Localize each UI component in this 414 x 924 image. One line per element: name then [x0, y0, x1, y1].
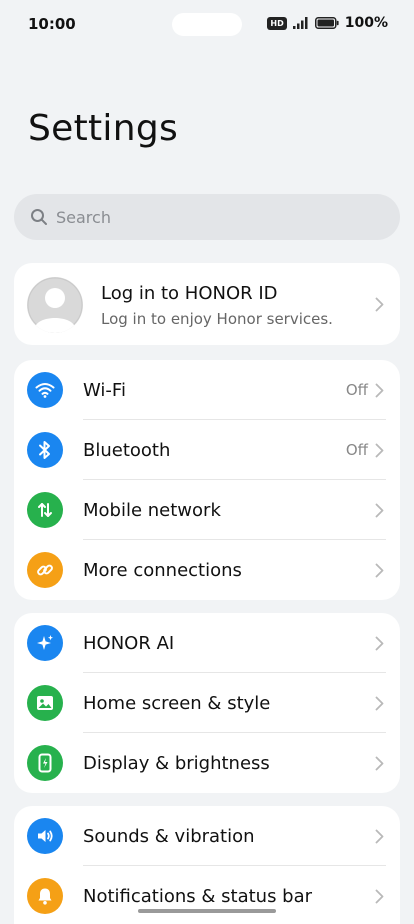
- settings-row-wifi[interactable]: Wi-Fi Off: [14, 360, 400, 420]
- search-bar[interactable]: Search: [14, 194, 400, 240]
- account-title: Log in to HONOR ID: [101, 283, 278, 304]
- row-value: Off: [345, 441, 368, 459]
- settings-row-home-screen[interactable]: Home screen & style: [14, 673, 400, 733]
- alerts-card: Sounds & vibration Notifications & statu…: [14, 806, 400, 924]
- settings-row-display[interactable]: Display & brightness: [14, 733, 400, 793]
- chevron-right-icon: [375, 636, 384, 651]
- bluetooth-icon: [27, 432, 63, 468]
- wifi-icon: [27, 372, 63, 408]
- avatar-icon: [27, 277, 83, 333]
- mobile-data-icon: [27, 492, 63, 528]
- chevron-right-icon: [375, 889, 384, 904]
- row-label: Sounds & vibration: [83, 825, 255, 847]
- settings-row-bluetooth[interactable]: Bluetooth Off: [14, 420, 400, 480]
- row-label: Wi-Fi: [83, 379, 126, 401]
- row-label: Home screen & style: [83, 692, 271, 714]
- sparkle-icon: [27, 625, 63, 661]
- status-bar: 10:00 HD 100%: [0, 0, 414, 48]
- chevron-right-icon: [375, 756, 384, 771]
- battery-icon: [314, 17, 339, 29]
- search-placeholder: Search: [56, 207, 111, 227]
- account-subtitle: Log in to enjoy Honor services.: [101, 310, 333, 328]
- personalization-card: HONOR AI Home screen & style Display & b…: [14, 613, 400, 793]
- speaker-icon: [27, 818, 63, 854]
- bell-icon: [27, 878, 63, 914]
- chevron-right-icon: [375, 503, 384, 518]
- chevron-right-icon: [375, 297, 384, 312]
- chevron-right-icon: [375, 383, 384, 398]
- battery-percentage: 100%: [344, 15, 388, 31]
- link-icon: [27, 552, 63, 588]
- search-icon: [31, 209, 47, 225]
- image-icon: [27, 685, 63, 721]
- signal-icon: [292, 17, 308, 29]
- account-card[interactable]: Log in to HONOR ID Log in to enjoy Honor…: [14, 263, 400, 345]
- home-indicator[interactable]: [138, 909, 276, 913]
- chevron-right-icon: [375, 696, 384, 711]
- chevron-right-icon: [375, 829, 384, 844]
- settings-row-honor-ai[interactable]: HONOR AI: [14, 613, 400, 673]
- row-label: More connections: [83, 559, 242, 581]
- settings-row-notifications[interactable]: Notifications & status bar: [14, 866, 400, 924]
- hd-icon: HD: [267, 16, 287, 30]
- row-label: Bluetooth: [83, 439, 171, 461]
- row-label: Notifications & status bar: [83, 885, 313, 907]
- camera-pill: [172, 13, 242, 36]
- row-value: Off: [345, 381, 368, 399]
- chevron-right-icon: [375, 443, 384, 458]
- settings-row-more-connections[interactable]: More connections: [14, 540, 400, 600]
- chevron-right-icon: [375, 563, 384, 578]
- status-icons: HD 100%: [267, 15, 388, 31]
- status-time: 10:00: [28, 15, 76, 33]
- phone-brightness-icon: [27, 745, 63, 781]
- page-title: Settings: [28, 108, 179, 149]
- row-label: HONOR AI: [83, 632, 175, 654]
- settings-row-sounds[interactable]: Sounds & vibration: [14, 806, 400, 866]
- settings-row-mobile-network[interactable]: Mobile network: [14, 480, 400, 540]
- row-label: Display & brightness: [83, 752, 270, 774]
- connectivity-card: Wi-Fi Off Bluetooth Off Mobile network M…: [14, 360, 400, 600]
- row-label: Mobile network: [83, 499, 221, 521]
